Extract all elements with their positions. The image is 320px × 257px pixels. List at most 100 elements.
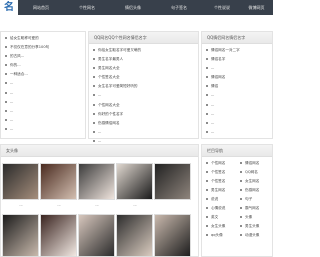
bullet-icon	[240, 207, 242, 209]
bullet-icon	[206, 225, 208, 227]
avatar-thumbnail[interactable]	[40, 214, 77, 257]
avatar-thumbnail[interactable]	[116, 163, 153, 200]
category-link[interactable]: 情侣网名	[240, 161, 259, 166]
list-item[interactable]: ...	[206, 101, 268, 110]
category-link[interactable]: 心情说说	[206, 206, 225, 211]
bullet-icon	[93, 103, 95, 106]
site-logo[interactable]: 名	[0, 0, 18, 15]
list-item[interactable]: ...	[93, 91, 194, 100]
bullet-icon	[240, 189, 242, 191]
nav-item-weibo[interactable]: 微博网页	[240, 0, 273, 15]
list-item[interactable]: 你的...	[5, 61, 81, 70]
bullet-icon	[240, 180, 242, 182]
avatar-thumbnail[interactable]	[78, 163, 115, 200]
list-item[interactable]: ...	[206, 128, 268, 137]
category-link[interactable]: 伤感网名	[240, 188, 259, 193]
list-item[interactable]: 情侣网名	[206, 73, 268, 82]
bullet-icon	[5, 64, 7, 67]
bullet-icon	[93, 139, 95, 142]
bullet-icon	[5, 82, 7, 85]
nav-item-couple-avatar[interactable]: 情侣头像	[114, 0, 152, 15]
left-list-panel: 给女生昵称可爱的 不仅仅在意的分享100句 的古风... 你的... 一种适合.…	[0, 31, 86, 139]
bullet-icon	[240, 216, 242, 218]
bullet-icon	[206, 112, 208, 115]
left-list: 给女生昵称可爱的 不仅仅在意的分享100句 的古风... 你的... 一种适合.…	[1, 32, 85, 134]
category-link[interactable]: 霸气网名	[240, 206, 259, 211]
bullet-icon	[5, 127, 7, 130]
list-item[interactable]: 个性签名大全	[93, 73, 194, 82]
category-link[interactable]: 英文	[206, 215, 218, 220]
bullet-icon	[5, 73, 7, 76]
category-link[interactable]: 女生网名	[240, 179, 259, 184]
bullet-icon	[206, 171, 208, 173]
section-title: 栏目导航	[202, 145, 272, 157]
avatar-thumbnail[interactable]	[154, 214, 191, 257]
list-item[interactable]: ...	[5, 116, 81, 125]
list-item[interactable]: 伤感情侣网名	[93, 119, 194, 128]
avatar-thumbnail[interactable]	[2, 214, 39, 257]
category-link[interactable]: 头像	[240, 215, 252, 220]
list-item[interactable]: 女生名字可爱简短好听的	[93, 82, 194, 91]
nav-item-home[interactable]: 网站首页	[22, 0, 60, 15]
category-link[interactable]: 个性签名	[206, 170, 225, 175]
category-link[interactable]: 女生头像	[206, 224, 225, 229]
list-item[interactable]: 你好的个性名字	[93, 110, 194, 119]
list-item[interactable]: 男生名字最男人	[93, 55, 194, 64]
avatar-thumbnail[interactable]	[40, 163, 77, 200]
list-item[interactable]: 一种适合...	[5, 70, 81, 79]
top-nav: 名 网站首页 个性网名 情侣头像 句子签名 个性说说 微博网页	[0, 0, 273, 15]
bullet-icon	[206, 207, 208, 209]
avatar-thumbnail[interactable]	[154, 163, 191, 200]
bullet-icon	[206, 49, 208, 51]
bullet-icon	[206, 85, 208, 88]
list-item[interactable]: ...	[5, 125, 81, 134]
list-item[interactable]: ...	[206, 91, 268, 100]
list-item[interactable]: ...	[206, 119, 268, 128]
avatar-thumbnail[interactable]	[2, 163, 39, 200]
category-link[interactable]: QQ网名	[240, 170, 258, 175]
list-item[interactable]: ...	[5, 98, 81, 107]
list-item[interactable]: ...	[206, 64, 268, 73]
category-link[interactable]: qq头像	[206, 233, 223, 238]
category-link[interactable]: 个性签名	[206, 179, 225, 184]
list-item[interactable]: 情侣名字	[206, 55, 268, 64]
list-item[interactable]: ...	[206, 110, 268, 119]
category-link[interactable]: 个性网名	[206, 161, 225, 166]
list-item[interactable]: ...	[5, 89, 81, 98]
list-item[interactable]: 个性网名大全	[93, 101, 194, 110]
thumbnail-caption[interactable]: ...	[114, 203, 156, 207]
list-item[interactable]: ...	[5, 79, 81, 88]
list-item[interactable]: 情侣网名一对二字	[206, 46, 268, 55]
thumbnail-caption[interactable]: ...	[76, 203, 118, 207]
list-item[interactable]: 不仅仅在意的分享100句	[5, 43, 81, 52]
list-item[interactable]: ...	[93, 128, 194, 137]
avatar-thumbnail[interactable]	[78, 214, 115, 257]
bullet-icon	[93, 94, 95, 97]
list-item[interactable]: ...	[5, 107, 81, 116]
category-link[interactable]: 男生网名	[206, 188, 225, 193]
list-item[interactable]: 你给女生取名字可爱又萌的	[93, 46, 194, 55]
list-item[interactable]: 的古风...	[5, 52, 81, 61]
bullet-icon	[93, 130, 95, 133]
bullet-icon	[206, 234, 208, 236]
bullet-icon	[93, 67, 95, 70]
bullet-icon	[206, 130, 208, 133]
bullet-icon	[93, 76, 95, 79]
list-item[interactable]: 情侣	[206, 82, 268, 91]
category-link[interactable]: 男生头像	[240, 224, 259, 229]
nav-item-nickname[interactable]: 个性网名	[68, 0, 106, 15]
thumbnail-caption[interactable]: ...	[0, 203, 42, 207]
category-link[interactable]: 句子	[240, 197, 252, 202]
bullet-icon	[93, 85, 95, 88]
bullet-icon	[5, 118, 7, 121]
thumbnail-caption[interactable]: ...	[38, 203, 80, 207]
category-link[interactable]: 说说	[206, 197, 218, 202]
panel-title: QQ情侣网名情侣名字	[202, 32, 272, 44]
list-item[interactable]: 男生网名大全	[93, 64, 194, 73]
bullet-icon	[206, 121, 208, 124]
list-item[interactable]: 给女生昵称可爱的	[5, 34, 81, 43]
nav-item-signature[interactable]: 句子签名	[160, 0, 198, 15]
avatar-thumbnail[interactable]	[116, 214, 153, 257]
nav-item-talk[interactable]: 个性说说	[206, 0, 238, 15]
category-link[interactable]: 动漫头像	[240, 233, 259, 238]
